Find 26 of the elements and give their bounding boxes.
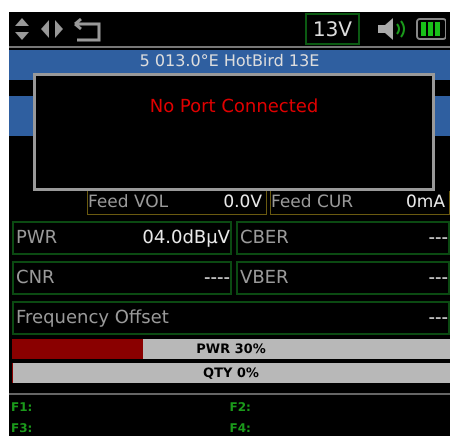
feed-value: 0.0V	[223, 194, 263, 214]
measurement-label: PWR	[15, 229, 58, 247]
alert-message: No Port Connected	[150, 95, 318, 119]
measurement-label: CBER	[239, 229, 289, 247]
measurement-value: ---	[428, 269, 448, 287]
speaker-icon	[376, 16, 408, 42]
feed-label: Feed CUR	[271, 194, 354, 214]
function-key-label: F1:	[11, 401, 34, 413]
battery-icon	[416, 18, 446, 40]
measurement-value: ---	[428, 229, 448, 247]
navigation-arrows-icon	[13, 16, 103, 42]
measurement-value: ----	[204, 269, 230, 287]
measurement-label: CNR	[15, 269, 55, 287]
bar-label: PWR 30%	[196, 342, 266, 356]
function-key-label: F2:	[230, 401, 252, 413]
feed-value: 0mA	[406, 194, 446, 214]
function-key-label: F3:	[11, 422, 34, 434]
measurement-value: 04.0dBµV	[142, 229, 230, 247]
measurement-label: Frequency Offset	[15, 309, 169, 327]
bar-label: QTY 0%	[203, 366, 259, 380]
voltage-indicator: 13V	[304, 13, 360, 45]
feed-label: Feed VOL	[88, 194, 168, 214]
satellite-title: 5 013.0°E HotBird 13E	[140, 50, 320, 69]
measurement-value: ---	[428, 309, 448, 327]
function-key-label: F4:	[230, 422, 252, 434]
measurement-label: VBER	[239, 269, 289, 287]
